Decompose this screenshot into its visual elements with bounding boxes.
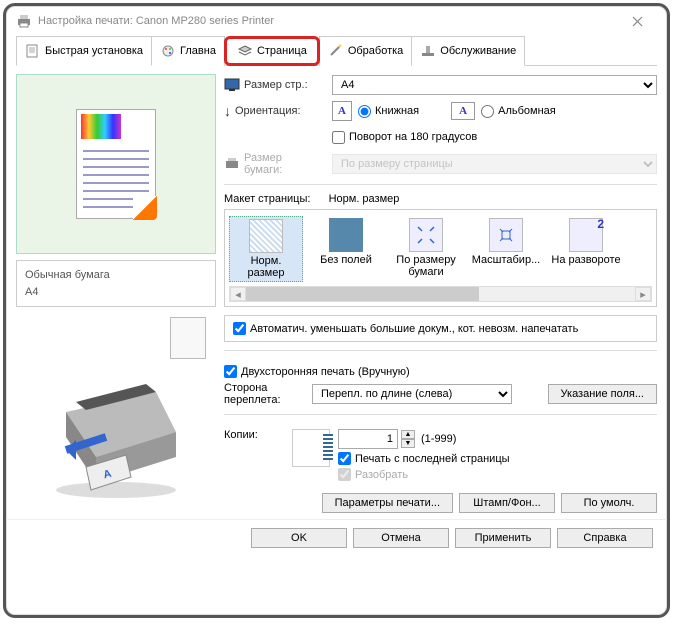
mini-preview [170,317,206,359]
spin-down-icon[interactable]: ▼ [401,439,415,448]
auto-reduce-checkbox[interactable]: Автоматич. уменьшать большие докум., кот… [233,322,578,335]
tab-process[interactable]: Обработка [319,36,412,66]
margin-button[interactable]: Указание поля... [548,384,657,404]
landscape-icon: A [451,102,475,120]
printer-icon [16,14,32,28]
copies-range: (1-999) [421,433,456,445]
paper-size-label: Размербумаги: [224,152,324,176]
layout-scrollbar[interactable]: ◂ ▸ [229,286,652,302]
monitor-icon [224,78,240,92]
tab-page[interactable]: Страница [224,36,320,66]
printer-small-icon [224,157,240,171]
copies-spinner[interactable]: ▲▼ [338,429,415,449]
orientation-label: ↓ Ориентация: [224,103,324,119]
tab-quick-setup[interactable]: Быстрая установка [16,36,152,66]
layout-borderless[interactable]: Без полей [309,216,383,282]
rotate180-checkbox[interactable]: Поворот на 180 градусов [332,131,477,144]
from-last-checkbox[interactable]: Печать с последней страницы [338,452,510,465]
printer-image: A [16,367,216,507]
layout-booklet[interactable]: На развороте [549,216,623,282]
stamp-button[interactable]: Штамп/Фон... [459,493,555,513]
layout-fit-page[interactable]: По размеру бумаги [389,216,463,282]
tabs: Быстрая установка Главна Страница Обрабо… [16,36,657,66]
copies-label: Копии: [224,429,284,441]
binding-side-select[interactable]: Перепл. по длине (слева) [312,384,512,404]
dialog-footer: OK Отмена Применить Справка [6,519,667,556]
layers-icon [237,44,253,58]
layout-scaled[interactable]: Масштабир... [469,216,543,282]
copies-input[interactable] [338,429,398,449]
paper-size-select: По размеру страницы [332,154,657,174]
binding-side-label: Сторонапереплета: [224,382,304,406]
scroll-left-icon[interactable]: ◂ [230,287,246,301]
palette-icon [160,44,176,58]
portrait-icon: A [332,101,352,121]
titlebar: Настройка печати: Canon MP280 series Pri… [6,6,667,36]
page-size-select[interactable]: A4 [332,75,657,95]
defaults-button[interactable]: По умолч. [561,493,657,513]
duplex-checkbox[interactable]: Двухсторонняя печать (Вручную) [224,365,657,378]
print-params-button[interactable]: Параметры печати... [322,493,453,513]
help-button[interactable]: Справка [557,528,653,548]
doc-icon [25,44,41,58]
collate-checkbox: Разобрать [338,468,510,481]
tab-service[interactable]: Обслуживание [411,36,525,66]
layout-normal[interactable]: Норм. размер [229,216,303,282]
window-title: Настройка печати: Canon MP280 series Pri… [38,15,274,27]
wand-icon [328,44,344,58]
tab-main[interactable]: Главна [151,36,225,66]
apply-button[interactable]: Применить [455,528,551,548]
scroll-right-icon[interactable]: ▸ [635,287,651,301]
landscape-radio[interactable]: Альбомная [481,105,556,118]
cancel-button[interactable]: Отмена [353,528,449,548]
close-button[interactable] [617,6,657,36]
layout-pane: Норм. размер Без полей По размеру бумаги… [224,209,657,307]
paper-info: Обычная бумага A4 [16,260,216,307]
close-icon [632,16,643,27]
layout-label-row: Макет страницы: Норм. размер [224,193,657,205]
page-size-label: Размер стр.: [224,78,324,92]
copies-icon [292,429,330,467]
tools-icon [420,44,436,58]
page-preview [16,74,216,254]
ok-button[interactable]: OK [251,528,347,548]
portrait-radio[interactable]: Книжная [358,105,419,118]
spin-up-icon[interactable]: ▲ [401,430,415,439]
